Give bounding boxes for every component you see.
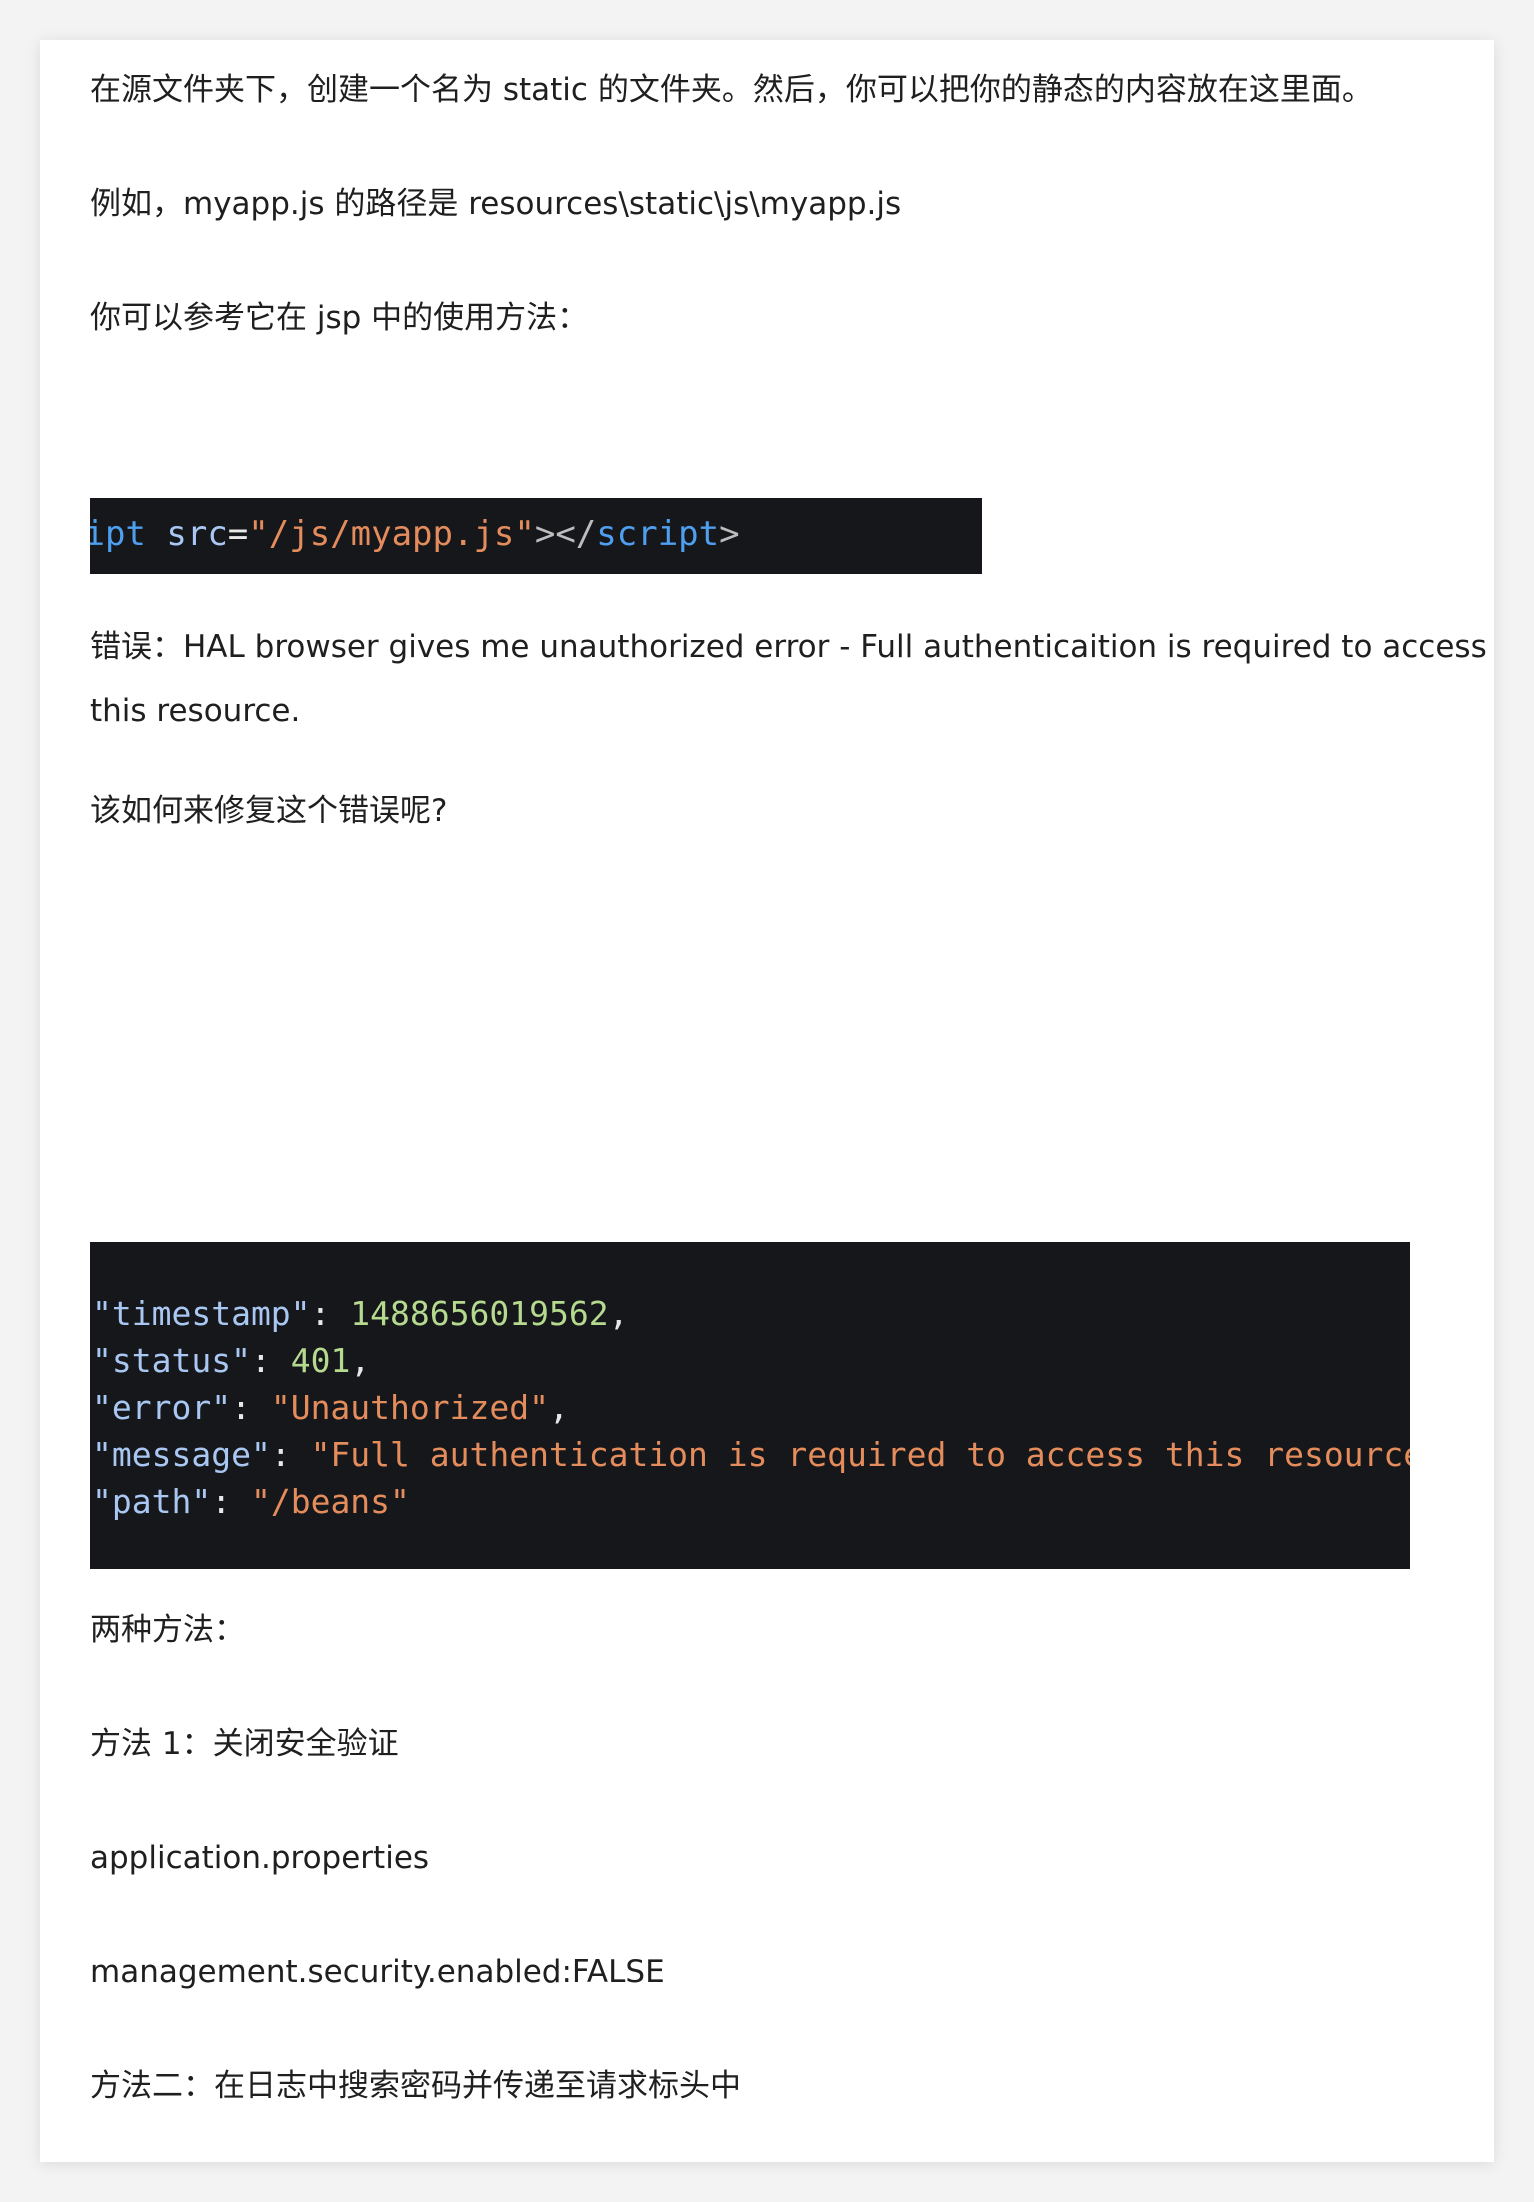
code-line: "error": "Unauthorized", <box>92 1384 1410 1431</box>
code-token-colon: : <box>250 1341 291 1380</box>
code-token-colon: : <box>211 1482 251 1521</box>
code-token-colon: : <box>310 1294 351 1333</box>
paragraph-jsp-usage: 你可以参考它在 jsp 中的使用方法： <box>90 300 589 336</box>
code-token-colon: : <box>231 1388 271 1427</box>
code-token-value: "/beans" <box>250 1482 410 1521</box>
code-token-colon: : <box>270 1435 311 1474</box>
paragraph-two-methods: 两种方法： <box>90 1612 245 1648</box>
code-token-equals: = <box>227 514 249 554</box>
paragraph-method-2: 方法二：在日志中搜索密码并传递至请求标头中 <box>90 2068 741 2104</box>
code-line: ript src="/js/myapp.js"></script> <box>90 512 740 556</box>
code-token-end: > <box>719 514 740 554</box>
code-token-attr: src <box>166 514 228 554</box>
code-snippet-json-error: "timestamp": 1488656019562, "status": 401… <box>90 1242 1410 1569</box>
code-token-tag-close: script <box>596 514 720 554</box>
code-token-key: "timestamp" <box>92 1294 311 1333</box>
code-snippet-script-tag: ript src="/js/myapp.js"></script> <box>90 498 982 574</box>
code-line: "status": 401, <box>92 1337 1410 1384</box>
code-token-trail: , <box>548 1388 569 1427</box>
code-token-value: 401 <box>290 1341 351 1380</box>
code-token-punct: ></ <box>534 514 597 554</box>
paragraph-error-message: 错误：HAL browser gives me unauthorized err… <box>90 629 1487 729</box>
paragraph-how-to-fix: 该如何来修复这个错误呢? <box>90 793 448 829</box>
paragraph-example-path: 例如，myapp.js 的路径是 resources\static\js\mya… <box>90 186 902 222</box>
paragraph-method-1: 方法 1：关闭安全验证 <box>90 1726 399 1762</box>
code-token-value: "Unauthorized" <box>270 1388 549 1427</box>
article-card: 在源文件夹下，创建一个名为 static 的文件夹。然后，你可以把你的静态的内容… <box>40 40 1494 2162</box>
code-token-tag: ript <box>90 514 146 554</box>
code-token-key: "status" <box>92 1341 251 1380</box>
paragraph-management-security: management.security.enabled:FALSE <box>90 1954 665 1990</box>
code-line: "path": "/beans" <box>92 1478 1410 1525</box>
paragraph-application-properties: application.properties <box>90 1840 430 1876</box>
code-token-trail: , <box>608 1294 629 1333</box>
code-token-string: "/js/myapp.js" <box>248 514 535 554</box>
code-token-trail: , <box>350 1341 371 1380</box>
code-line: "message": "Full authentication is requi… <box>92 1431 1410 1478</box>
code-token-value: "Full authentication is required to acce… <box>310 1435 1410 1474</box>
code-token-key: "path" <box>92 1482 212 1521</box>
paragraph-static-folder: 在源文件夹下，创建一个名为 static 的文件夹。然后，你可以把你的静态的内容… <box>90 72 1373 108</box>
code-token-key: "error" <box>92 1388 232 1427</box>
code-lines: "timestamp": 1488656019562, "status": 401… <box>92 1290 1410 1525</box>
code-line: "timestamp": 1488656019562, <box>92 1290 1410 1337</box>
code-token-value: 1488656019562 <box>350 1294 609 1333</box>
code-token-key: "message" <box>92 1435 271 1474</box>
